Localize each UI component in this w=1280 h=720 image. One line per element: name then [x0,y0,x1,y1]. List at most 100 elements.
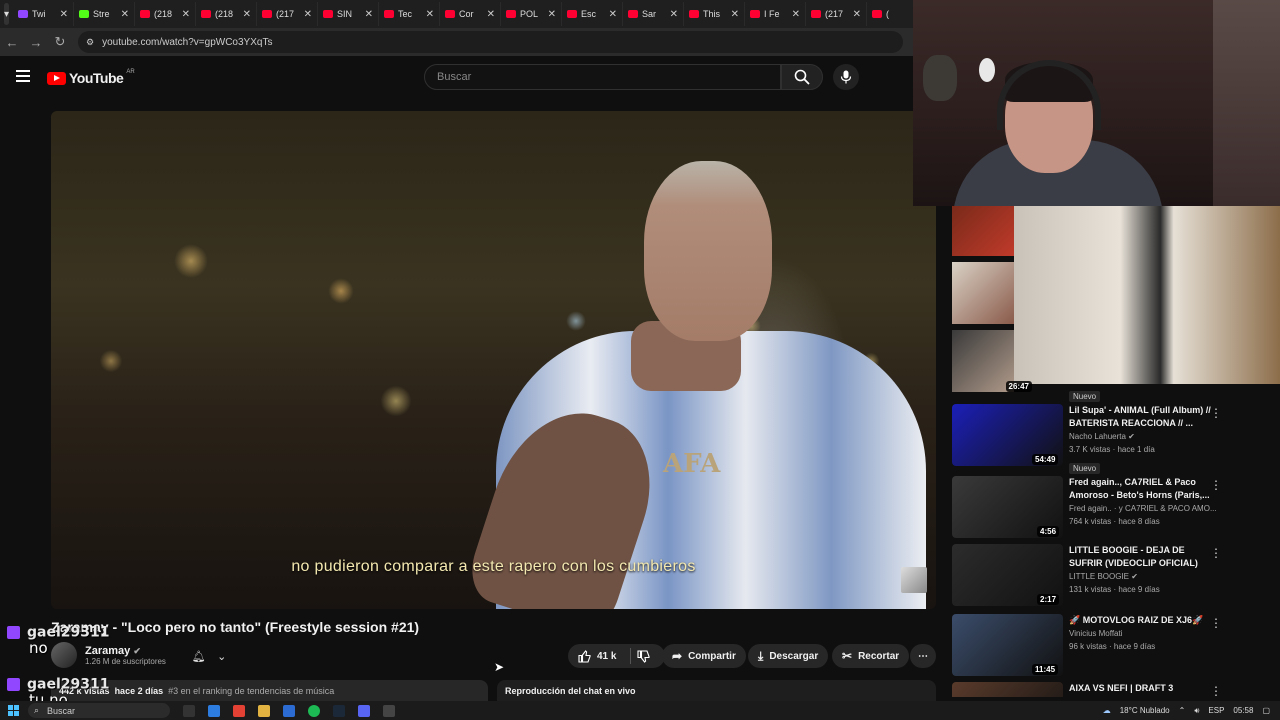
voice-search-button[interactable] [833,64,859,90]
close-icon[interactable]: ✕ [304,9,312,20]
windows-start-icon[interactable] [4,701,22,720]
close-icon[interactable]: ✕ [365,9,373,20]
more-vertical-icon[interactable]: ⋮ [1210,616,1222,630]
mix-thumbnails[interactable] [952,206,1014,398]
video-stats: 3.7 K vistas · hace 1 día [1069,445,1155,454]
search-button[interactable] [781,64,823,90]
more-vertical-icon[interactable]: ⋮ [1210,478,1222,492]
close-icon[interactable]: ✕ [792,9,800,20]
address-bar[interactable]: ⚙ youtube.com/watch?v=gpWCo3YXqTs [78,31,903,53]
youtube-logo[interactable]: YouTube AR [47,69,135,86]
recommended-video-title[interactable]: Lil Supa' - ANIMAL (Full Album) // BATER… [1069,404,1219,430]
new-badge: Nuevo [1069,391,1101,402]
more-vertical-icon[interactable]: ⋮ [1210,684,1222,697]
recommended-video-title[interactable]: 🚀 MOTOVLOG RAIZ DE XJ6🚀 [1069,614,1219,627]
steam-icon[interactable] [333,704,345,717]
recommended-video[interactable]: 11:45 🚀 MOTOVLOG RAIZ DE XJ6🚀 Vinicius Mof… [952,614,1280,678]
browser-tab[interactable]: Sar ✕ [623,2,685,26]
browser-tab[interactable]: This ✕ [684,2,746,26]
video-thumbnail[interactable]: 26:47 [1005,206,1280,392]
tab-favicon-icon [811,10,822,18]
reload-icon[interactable]: ↻ [48,34,72,50]
browser-tab[interactable]: (218 ✕ [196,2,258,26]
recommended-video[interactable]: 54:49 Lil Supa' - ANIMAL (Full Album) // … [952,404,1280,468]
trending-rank[interactable]: #3 en el ranking de tendencias de música [168,686,334,696]
taskbar-search-label: Buscar [47,705,76,716]
browser-tab[interactable]: Tec ✕ [379,2,441,26]
edge-icon[interactable] [208,704,220,717]
video-player[interactable]: AFA no pudieron comparar a este rapero c… [51,111,936,609]
tab-favicon-icon [201,10,212,18]
browser-tab[interactable]: (218 ✕ [135,2,197,26]
back-icon[interactable]: ← [0,35,24,50]
close-icon[interactable]: ✕ [487,9,495,20]
close-icon[interactable]: ✕ [609,9,617,20]
tab-search-button[interactable]: ▾ [4,3,10,25]
close-icon[interactable]: ✕ [60,9,68,20]
more-vertical-icon[interactable]: ⋮ [1210,546,1222,560]
discord-icon[interactable] [358,704,370,717]
notification-icon[interactable]: ▢ [1262,706,1270,715]
chevron-up-icon[interactable]: ⌃ [1179,706,1186,715]
tab-favicon-icon [689,10,700,18]
channel-watermark[interactable] [901,567,927,593]
notifications-button[interactable]: 🔔︎ ⌄ [186,645,232,667]
browser-tab[interactable]: (217 ✕ [806,2,868,26]
browser-tab[interactable]: Cor ✕ [440,2,502,26]
chrome-icon[interactable] [233,704,245,717]
download-button[interactable]: ⤓ Descargar [748,644,829,668]
menu-icon[interactable] [16,70,30,82]
recommended-video[interactable]: AIXA VS NEFI | DRAFT 3 ⋮ [952,682,1280,697]
tab-title: ( [886,9,890,19]
recommended-video-title[interactable]: LITTLE BOOGIE - DEJA DE SUFRIR (VIDEOCLI… [1069,544,1219,570]
clock[interactable]: 05:58 [1233,706,1253,715]
close-icon[interactable]: ✕ [548,9,556,20]
close-icon[interactable]: ✕ [426,9,434,20]
taskbar-search[interactable]: ⌕ Buscar [28,703,170,718]
search-input[interactable]: Buscar [424,64,781,90]
task-view-icon[interactable] [183,704,195,717]
file-explorer-icon[interactable] [258,704,270,717]
volume-icon[interactable]: 🔊︎ [1194,706,1199,716]
tab-title: Stre [93,9,110,19]
recommendations-sidebar: 26:47 54:49 Lil Supa' - ANIMAL (Full Albu… [952,206,1280,697]
close-icon[interactable]: ✕ [121,9,129,20]
close-icon[interactable]: ✕ [243,9,251,20]
video-thumbnail[interactable] [952,682,1063,697]
close-icon[interactable]: ✕ [670,9,678,20]
more-vertical-icon[interactable]: ⋮ [1210,406,1222,420]
thumbs-down-icon[interactable] [637,649,651,663]
recommended-video-title[interactable]: AIXA VS NEFI | DRAFT 3 [1069,682,1219,695]
browser-tab[interactable]: Esc ✕ [562,2,624,26]
weather-text[interactable]: 18°C Nublado [1120,706,1170,715]
channel-name[interactable]: LITTLE BOOGIE ✔ [1069,570,1219,583]
channel-name[interactable]: Fred again.. · y CA7RIEL & PACO AMO... ✔ [1069,502,1219,515]
browser-tab[interactable]: Twi ✕ [13,2,75,26]
site-info-icon[interactable]: ⚙ [86,37,94,48]
close-icon[interactable]: ✕ [731,9,739,20]
video-stats: 764 k vistas · hace 8 días [1069,517,1160,526]
browser-tab[interactable]: SIN ✕ [318,2,380,26]
url-text: youtube.com/watch?v=gpWCo3YXqTs [102,36,273,48]
recommended-video[interactable]: 4:56 Fred again.., CA7RIEL & Paco Amoroso… [952,476,1280,540]
browser-tab[interactable]: Stre ✕ [74,2,136,26]
forward-icon[interactable]: → [24,35,48,50]
language-indicator[interactable]: ESP [1208,706,1224,715]
channel-name[interactable]: Nacho Lahuerta ✔ [1069,430,1219,443]
like-button[interactable]: 41 k [578,649,616,663]
obs-icon[interactable] [383,704,395,717]
tab-title: I Fe [764,9,780,19]
browser-tab[interactable]: POL ✕ [501,2,563,26]
store-icon[interactable] [283,704,295,717]
channel-name[interactable]: Vinicius Moffati [1069,627,1219,640]
close-icon[interactable]: ✕ [182,9,190,20]
browser-tab[interactable]: (217 ✕ [257,2,319,26]
recommended-video-title[interactable]: Fred again.., CA7RIEL & Paco Amoroso - B… [1069,476,1219,502]
more-actions-button[interactable]: ⋯ [910,644,936,668]
spotify-icon[interactable] [308,704,320,717]
share-button[interactable]: ➦ Compartir [662,644,746,668]
recommended-video[interactable]: 2:17 LITTLE BOOGIE - DEJA DE SUFRIR (VIDE… [952,544,1280,608]
browser-tab[interactable]: I Fe ✕ [745,2,807,26]
clip-button[interactable]: ✂ Recortar [832,644,910,668]
close-icon[interactable]: ✕ [853,9,861,20]
